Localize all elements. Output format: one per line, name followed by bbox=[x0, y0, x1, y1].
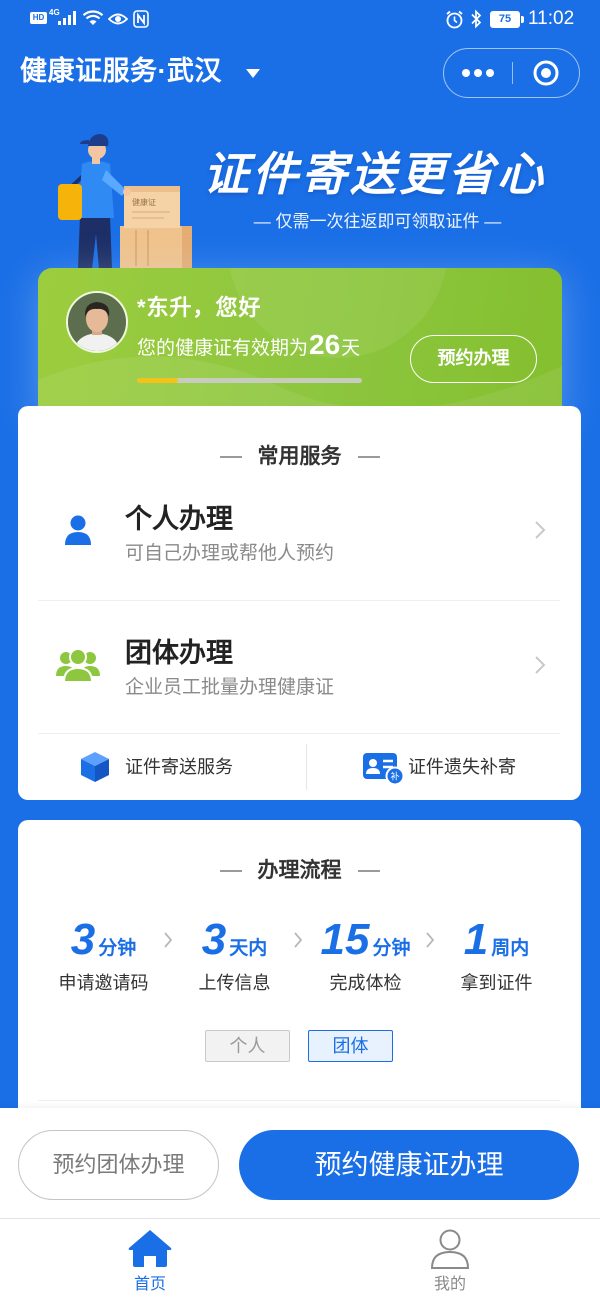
tab-label: 我的 bbox=[433, 1276, 466, 1293]
title-dash bbox=[219, 870, 242, 872]
signal-icon bbox=[58, 11, 76, 25]
process-step: 15 分钟 完成体检 bbox=[300, 912, 431, 1002]
validity-text: 您的健康证有效期为26天 bbox=[137, 329, 360, 365]
group-icon bbox=[56, 648, 100, 682]
tab-bar: 首页 我的 bbox=[0, 1218, 600, 1300]
service-item-personal[interactable]: 个人办理 可自己办理或帮他人预约 bbox=[18, 480, 581, 600]
divider bbox=[38, 1100, 560, 1101]
step-duration: 1 周内 bbox=[431, 912, 562, 978]
status-bar: HD 4G 75 11:02 bbox=[0, 0, 600, 38]
validity-progress-fill bbox=[137, 378, 178, 383]
battery-icon: 75 bbox=[490, 11, 520, 28]
battery-level: 75 bbox=[498, 13, 512, 25]
toggle-personal[interactable]: 个人 bbox=[205, 1030, 290, 1062]
clock: 11:02 bbox=[528, 8, 575, 29]
tab-home[interactable]: 首页 bbox=[0, 1219, 300, 1300]
mini-program-capsule bbox=[443, 48, 580, 98]
link-label: 证件寄送服务 bbox=[125, 757, 233, 777]
step-number: 3 bbox=[201, 915, 227, 964]
tab-profile[interactable]: 我的 bbox=[300, 1219, 600, 1300]
section-title: 常用服务 bbox=[18, 444, 581, 470]
section-title: 办理流程 bbox=[18, 858, 581, 884]
book-health-cert-button[interactable]: 预约健康证办理 bbox=[239, 1130, 579, 1200]
profile-icon bbox=[430, 1229, 470, 1269]
action-bar: 预约团体办理 预约健康证办理 bbox=[0, 1108, 600, 1218]
eye-icon bbox=[108, 13, 128, 25]
reissue-link[interactable]: 补 证件遗失补寄 bbox=[300, 734, 581, 800]
process-steps: 3 分钟 申请邀请码 3 天内 上传信息 15 分钟 完成体检 1 周内 拿到证件 bbox=[38, 912, 562, 1002]
city-selector-title[interactable]: 健康证服务·武汉 bbox=[20, 53, 222, 89]
validity-days: 26 bbox=[309, 329, 341, 360]
quick-links: 证件寄送服务 补 证件遗失补寄 bbox=[18, 734, 581, 800]
courier-illustration: 健康证 bbox=[58, 134, 192, 270]
close-program-button[interactable] bbox=[513, 49, 579, 97]
services-card: 常用服务 个人办理 可自己办理或帮他人预约 团体办理 企业员工批量办理健康证 证… bbox=[18, 406, 581, 800]
step-unit: 分钟 bbox=[98, 938, 137, 959]
step-label: 完成体检 bbox=[329, 973, 402, 993]
step-label: 拿到证件 bbox=[460, 973, 533, 993]
target-icon bbox=[533, 60, 559, 86]
step-duration: 15 分钟 bbox=[300, 912, 431, 978]
battery-nub bbox=[521, 16, 524, 23]
validity-prefix: 您的健康证有效期为 bbox=[137, 338, 309, 359]
step-duration: 3 天内 bbox=[169, 912, 300, 978]
step-unit: 天内 bbox=[229, 938, 268, 959]
validity-suffix: 天 bbox=[341, 338, 361, 359]
title-dash bbox=[219, 456, 242, 458]
service-item-group[interactable]: 团体办理 企业员工批量办理健康证 bbox=[18, 601, 581, 733]
services-title: 常用服务 bbox=[257, 445, 342, 468]
process-title: 办理流程 bbox=[257, 859, 342, 882]
book-button[interactable]: 预约办理 bbox=[410, 335, 537, 383]
chevron-right-icon bbox=[535, 656, 546, 674]
service-name: 团体办理 bbox=[125, 638, 233, 668]
step-number: 15 bbox=[320, 915, 370, 964]
delivery-service-link[interactable]: 证件寄送服务 bbox=[18, 734, 299, 800]
title-dash bbox=[357, 456, 380, 458]
user-greeting: *东升，您好 bbox=[137, 295, 262, 320]
process-step: 3 分钟 申请邀请码 bbox=[38, 912, 169, 1002]
banner-headline: 证件寄送更省心 bbox=[203, 148, 546, 200]
box-icon bbox=[81, 752, 109, 782]
process-card: 办理流程 3 分钟 申请邀请码 3 天内 上传信息 15 分钟 完成体检 1 周内 拿到… bbox=[18, 820, 581, 1120]
title-dash bbox=[357, 870, 380, 872]
wifi-icon bbox=[82, 10, 104, 25]
box-label: 健康证 bbox=[132, 197, 156, 207]
service-desc: 企业员工批量办理健康证 bbox=[125, 677, 335, 698]
book-group-button[interactable]: 预约团体办理 bbox=[18, 1130, 219, 1200]
tab-label: 首页 bbox=[133, 1276, 166, 1293]
avatar bbox=[66, 291, 128, 353]
step-label: 申请邀请码 bbox=[58, 973, 149, 993]
toggle-group[interactable]: 团体 bbox=[308, 1030, 393, 1062]
id-card-reissue-icon: 补 bbox=[363, 753, 405, 785]
chevron-down-icon[interactable] bbox=[246, 69, 260, 78]
home-icon bbox=[128, 1230, 172, 1267]
nfc-icon bbox=[133, 10, 149, 28]
bluetooth-icon bbox=[471, 9, 482, 29]
banner-subline: — 仅需一次往返即可领取证件 — bbox=[253, 212, 502, 231]
step-unit: 周内 bbox=[491, 938, 530, 959]
step-unit: 分钟 bbox=[372, 938, 411, 959]
service-desc: 可自己办理或帮他人预约 bbox=[125, 543, 335, 564]
step-duration: 3 分钟 bbox=[38, 912, 169, 978]
service-name: 个人办理 bbox=[125, 504, 233, 534]
link-label: 证件遗失补寄 bbox=[408, 757, 516, 777]
validity-progress-bar bbox=[137, 378, 362, 383]
process-step: 3 天内 上传信息 bbox=[169, 912, 300, 1002]
reissue-badge: 补 bbox=[390, 771, 399, 782]
more-icon bbox=[462, 69, 494, 77]
hd-icon: HD bbox=[30, 12, 47, 24]
alarm-icon bbox=[446, 10, 463, 29]
step-label: 上传信息 bbox=[198, 973, 271, 993]
more-button[interactable] bbox=[444, 49, 512, 97]
step-number: 3 bbox=[70, 915, 96, 964]
process-step: 1 周内 拿到证件 bbox=[431, 912, 562, 1002]
chevron-right-icon bbox=[535, 521, 546, 539]
step-number: 1 bbox=[463, 915, 489, 964]
person-icon bbox=[65, 515, 91, 545]
